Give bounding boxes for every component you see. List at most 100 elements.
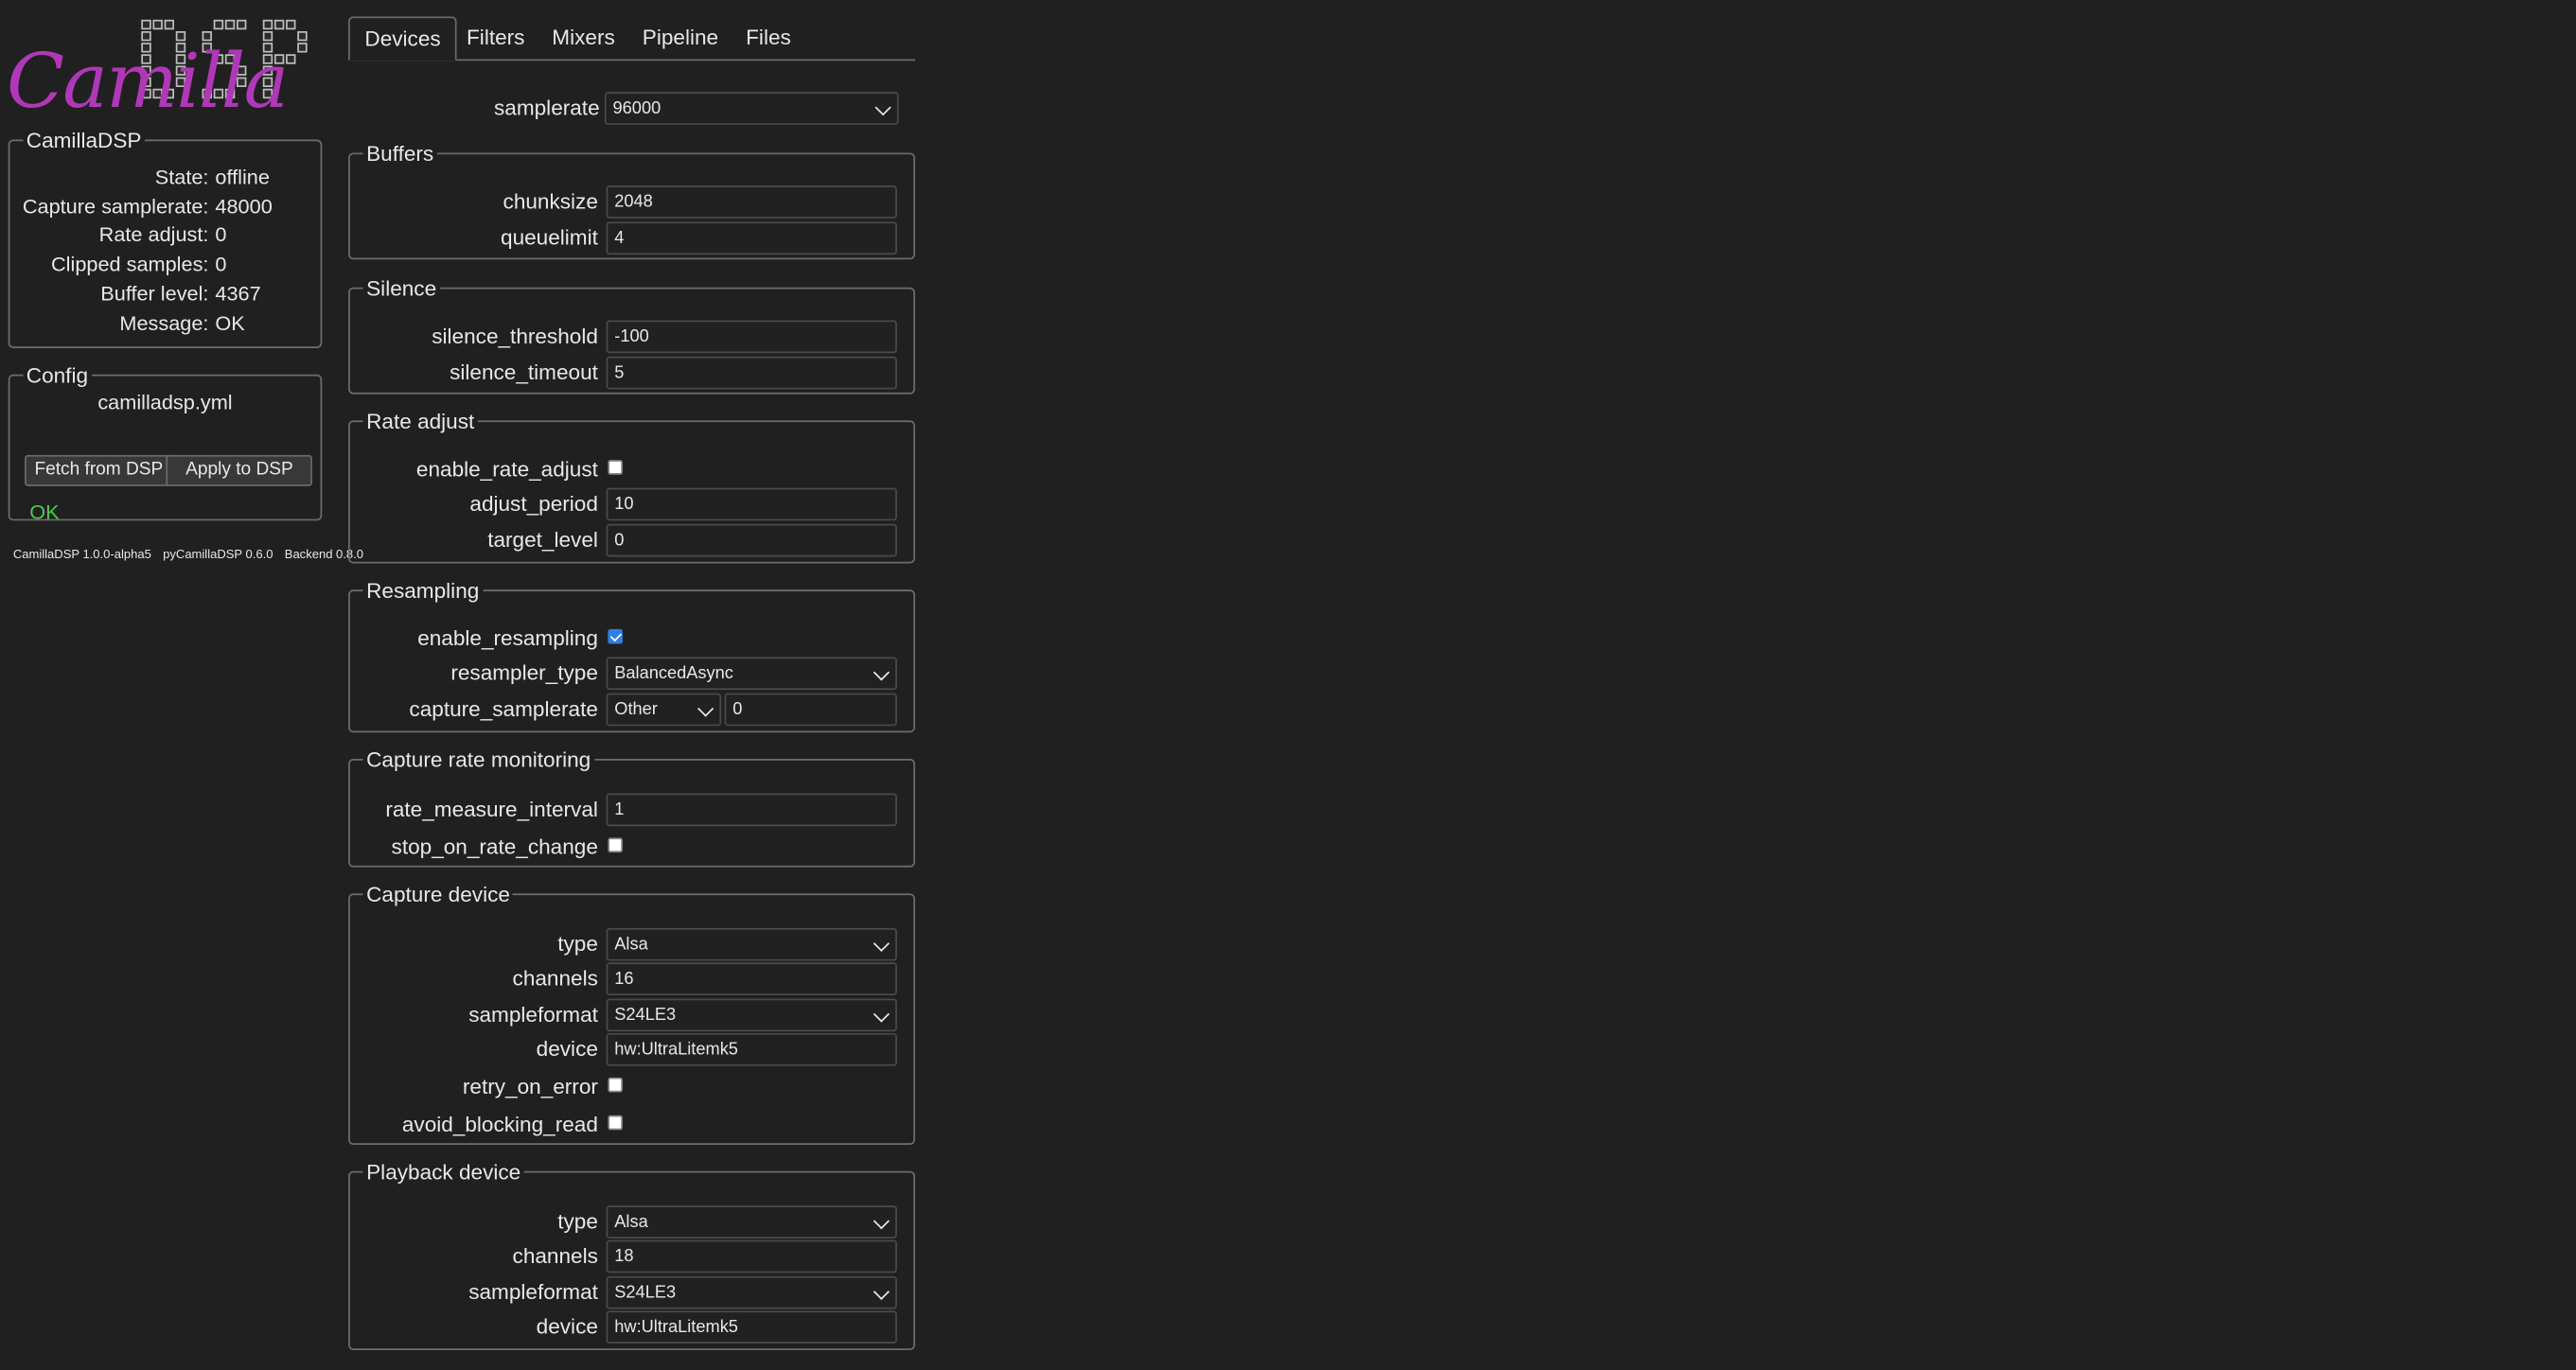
stop-on-rate-change-checkbox[interactable] [608, 837, 623, 852]
queuelimit-label: queuelimit [501, 224, 598, 250]
capture-samplerate-input[interactable]: 0 [724, 693, 897, 727]
playback-channels-label: channels [512, 1243, 598, 1269]
buffers-legend: Buffers [366, 141, 434, 167]
status-value: 48000 [215, 195, 273, 219]
tab-pipeline[interactable]: Pipeline [643, 16, 718, 59]
config-result-text: OK [29, 501, 60, 524]
rate-measure-interval-input[interactable]: 1 [606, 793, 897, 827]
status-value: 0 [215, 253, 227, 277]
playback-device-input[interactable]: hw:UltraLitemk5 [606, 1310, 897, 1344]
fetch-from-dsp-button[interactable]: Fetch from DSP [25, 454, 173, 485]
status-panel-legend: CamillaDSP [26, 128, 142, 153]
camilladsp-logo: Camilla [3, 16, 325, 125]
status-value: 4367 [215, 282, 261, 307]
capture-rate-monitoring-legend: Capture rate monitoring [366, 746, 591, 772]
chevron-down-icon [697, 700, 715, 717]
resampler-type-value: BalancedAsync [614, 663, 733, 684]
status-row-state: State: offline [9, 163, 320, 192]
main-tab-bar: Devices Filters Mixers Pipeline Files [348, 16, 915, 61]
logo-block [297, 43, 308, 53]
capture-samplerate-select[interactable]: Other [606, 693, 722, 727]
avoid-blocking-read-checkbox[interactable] [608, 1115, 623, 1131]
target-level-input[interactable]: 0 [606, 523, 897, 557]
logo-block [152, 19, 163, 30]
capture-device-label: device [536, 1036, 598, 1062]
playback-device-legend: Playback device [366, 1159, 521, 1185]
tab-devices[interactable]: Devices [348, 16, 458, 61]
pycamilladsp-version: pyCamillaDSP 0.6.0 [163, 547, 273, 562]
resampler-type-select[interactable]: BalancedAsync [606, 657, 897, 691]
capture-rate-monitoring-section: Capture rate monitoring rate_measure_int… [348, 746, 915, 868]
samplerate-label: samplerate [493, 95, 600, 120]
status-panel: CamillaDSP State: offline Capture sample… [8, 128, 323, 349]
samplerate-value: 96000 [612, 98, 662, 118]
capture-channels-label: channels [512, 965, 598, 991]
playback-device-label: device [536, 1313, 598, 1339]
adjust-period-input[interactable]: 10 [606, 487, 897, 521]
silence-timeout-input[interactable]: 5 [606, 356, 897, 390]
status-row-capture-samplerate: Capture samplerate: 48000 [9, 192, 320, 221]
capture-sampleformat-label: sampleformat [468, 1001, 598, 1027]
logo-block [286, 19, 296, 30]
status-key: Rate adjust: [98, 223, 209, 248]
logo-block [236, 19, 247, 30]
chevron-down-icon [874, 99, 891, 116]
queuelimit-input[interactable]: 4 [606, 221, 897, 255]
tab-filters[interactable]: Filters [467, 16, 524, 59]
capture-sampleformat-select[interactable]: S24LE3 [606, 998, 897, 1032]
samplerate-row: samplerate 96000 [348, 92, 915, 125]
playback-channels-input[interactable]: 18 [606, 1239, 897, 1273]
retry-on-error-checkbox[interactable] [608, 1077, 623, 1093]
chunksize-input[interactable]: 2048 [606, 185, 897, 219]
version-info: CamillaDSP 1.0.0-alpha5 pyCamillaDSP 0.6… [13, 547, 372, 562]
adjust-period-label: adjust_period [469, 491, 598, 517]
samplerate-select[interactable]: 96000 [604, 92, 899, 125]
chevron-down-icon [873, 1283, 890, 1300]
enable-resampling-label: enable_resampling [417, 625, 598, 651]
capture-sampleformat-value: S24LE3 [614, 1005, 677, 1026]
resampler-type-label: resampler_type [450, 659, 598, 685]
playback-type-value: Alsa [614, 1212, 648, 1232]
logo-block [141, 19, 151, 30]
tab-mixers[interactable]: Mixers [552, 16, 614, 59]
capture-type-value: Alsa [614, 934, 648, 955]
chevron-down-icon [873, 1006, 890, 1023]
chevron-down-icon [873, 1213, 890, 1230]
tab-files[interactable]: Files [746, 16, 791, 59]
rate-adjust-legend: Rate adjust [366, 409, 475, 434]
config-panel-legend: Config [26, 362, 89, 388]
apply-to-dsp-button[interactable]: Apply to DSP [166, 454, 313, 485]
logo-script-text: Camilla [6, 36, 289, 125]
status-key: Capture samplerate: [22, 195, 209, 219]
status-key: Buffer level: [100, 282, 209, 307]
capture-device-section: Capture device type Alsa channels 16 sam… [348, 882, 915, 1145]
stop-on-rate-change-label: stop_on_rate_change [391, 834, 598, 859]
capture-type-select[interactable]: Alsa [606, 927, 897, 961]
camilladsp-version: CamillaDSP 1.0.0-alpha5 [12, 547, 151, 562]
status-key: Message: [119, 311, 209, 335]
status-key: Clipped samples: [51, 253, 209, 277]
enable-resampling-checkbox[interactable] [608, 628, 623, 644]
status-value: offline [215, 166, 270, 189]
enable-rate-adjust-checkbox[interactable] [608, 460, 623, 475]
buffers-section: Buffers chunksize 2048 queuelimit 4 [348, 141, 915, 260]
playback-sampleformat-select[interactable]: S24LE3 [606, 1275, 897, 1309]
chevron-down-icon [873, 935, 890, 952]
capture-type-label: type [557, 931, 598, 957]
playback-type-select[interactable]: Alsa [606, 1205, 897, 1238]
status-value: OK [215, 311, 245, 335]
retry-on-error-label: retry_on_error [462, 1074, 598, 1099]
playback-type-label: type [557, 1208, 598, 1234]
logo-block [262, 19, 273, 30]
status-row-buffer-level: Buffer level: 4367 [9, 279, 320, 308]
target-level-label: target_level [487, 527, 598, 553]
playback-sampleformat-label: sampleformat [468, 1279, 598, 1305]
logo-block [273, 19, 285, 30]
playback-sampleformat-value: S24LE3 [614, 1282, 677, 1303]
capture-device-input[interactable]: hw:UltraLitemk5 [606, 1032, 897, 1066]
playback-device-section: Playback device type Alsa channels 18 sa… [348, 1159, 915, 1350]
capture-channels-input[interactable]: 16 [606, 962, 897, 996]
status-value: 0 [215, 223, 227, 248]
config-filename: camilladsp.yml [97, 391, 233, 414]
silence-threshold-input[interactable]: -100 [606, 320, 897, 354]
